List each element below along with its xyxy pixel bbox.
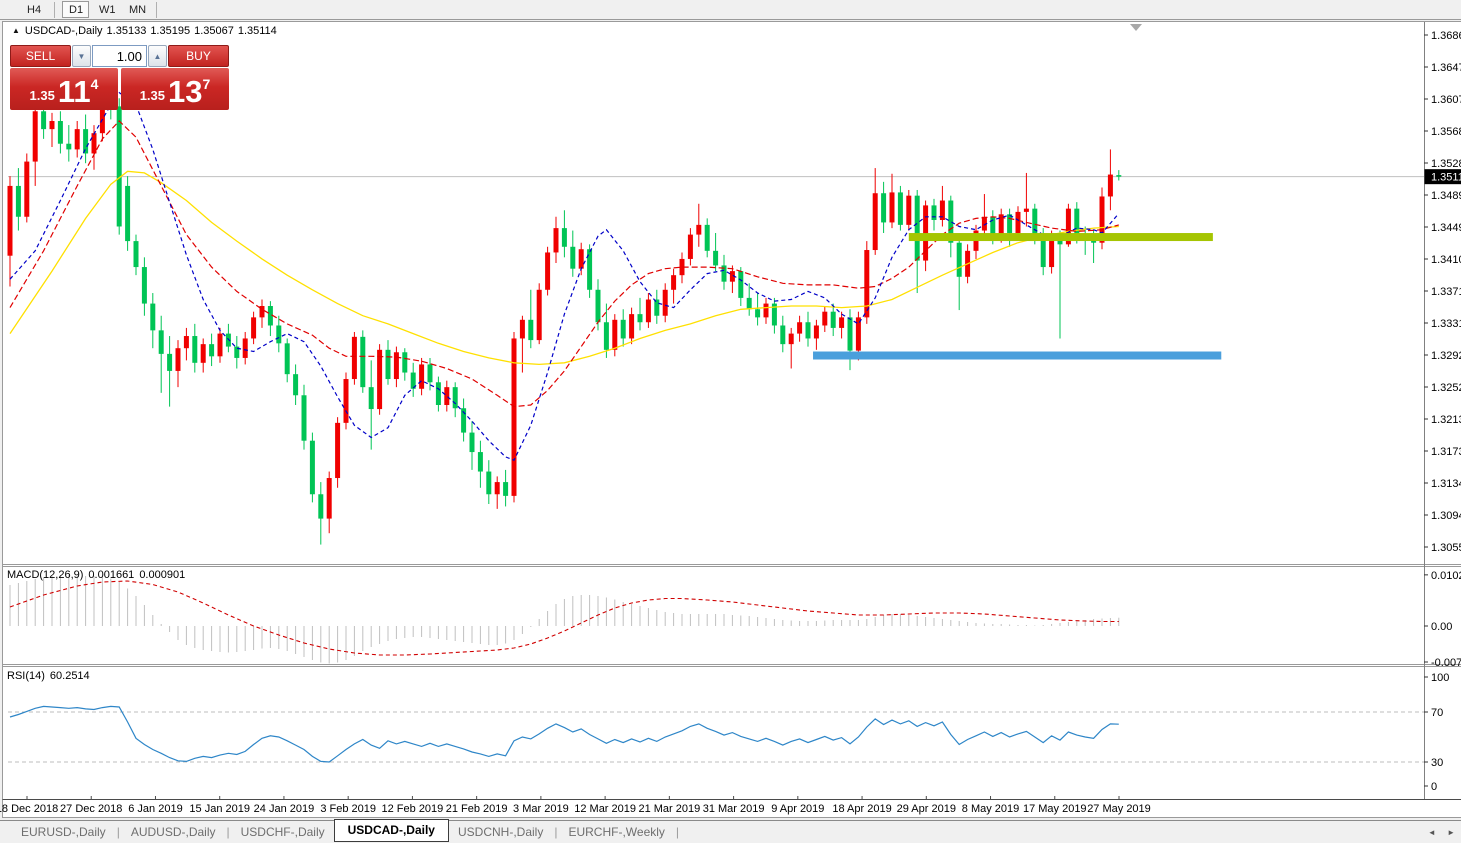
svg-text:15 Jan 2019: 15 Jan 2019 (189, 803, 250, 815)
svg-text:1.31340: 1.31340 (1431, 478, 1461, 490)
svg-text:27 May 2019: 27 May 2019 (1087, 803, 1151, 815)
ohlc-low: 1.35067 (194, 25, 234, 37)
svg-text:31 Mar 2019: 31 Mar 2019 (703, 803, 765, 815)
sell-button[interactable]: SELL (10, 45, 71, 67)
svg-text:9 Apr 2019: 9 Apr 2019 (771, 803, 824, 815)
svg-text:1.34890: 1.34890 (1431, 190, 1461, 202)
svg-text:17 May 2019: 17 May 2019 (1023, 803, 1087, 815)
support-trendline (813, 352, 1221, 360)
rsi-value: 60.2514 (50, 670, 90, 682)
ohlc-open: 1.35133 (107, 25, 147, 37)
svg-text:100: 100 (1431, 672, 1449, 684)
svg-text:0.010229: 0.010229 (1431, 570, 1461, 582)
svg-text:70: 70 (1431, 707, 1443, 719)
svg-text:1.33310: 1.33310 (1431, 318, 1461, 330)
svg-text:27 Dec 2018: 27 Dec 2018 (60, 803, 122, 815)
svg-text:1.30940: 1.30940 (1431, 510, 1461, 522)
ohlc-high: 1.35195 (150, 25, 190, 37)
svg-text:8 May 2019: 8 May 2019 (962, 803, 1019, 815)
svg-text:30: 30 (1431, 757, 1443, 769)
mt4-terminal: H4 D1 W1 MN 1.368601.364701.360701.35680… (0, 0, 1461, 843)
svg-text:1.35280: 1.35280 (1431, 158, 1461, 170)
volume-up-button[interactable]: ▲ (148, 45, 167, 67)
svg-text:1.34100: 1.34100 (1431, 254, 1461, 266)
svg-text:12 Feb 2019: 12 Feb 2019 (382, 803, 444, 815)
svg-text:1.33710: 1.33710 (1431, 286, 1461, 298)
svg-text:24 Jan 2019: 24 Jan 2019 (254, 803, 315, 815)
svg-text:21 Feb 2019: 21 Feb 2019 (446, 803, 508, 815)
svg-text:12 Mar 2019: 12 Mar 2019 (574, 803, 636, 815)
price-chart-canvas[interactable]: 1.36860 1.36470 1.36070 1.35680 1.35280 1.348… (0, 0, 1461, 843)
rsi-name: RSI(14) (7, 670, 45, 682)
buy-button[interactable]: BUY (168, 45, 229, 67)
macd-value: 0.001661 (88, 569, 134, 581)
svg-text:0: 0 (1431, 781, 1437, 793)
sell-price-box[interactable]: 1.35 11 4 (10, 68, 118, 110)
svg-text:1.30550: 1.30550 (1431, 542, 1461, 554)
buy-price-big: 13 (168, 76, 202, 107)
svg-text:29 Apr 2019: 29 Apr 2019 (897, 803, 956, 815)
svg-text:0.00: 0.00 (1431, 621, 1452, 633)
collapse-triangle-icon[interactable]: ▲ (12, 26, 20, 35)
buy-price-small: 1.35 (140, 88, 165, 103)
resistance-trendline (909, 233, 1213, 241)
svg-text:18 Apr 2019: 18 Apr 2019 (832, 803, 891, 815)
chart-symbol-label: USDCAD-,Daily (25, 25, 103, 37)
svg-text:1.36470: 1.36470 (1431, 62, 1461, 74)
chart-title: ▲ USDCAD-,Daily 1.351331.35195 1.35067 1.351… (12, 25, 281, 37)
svg-text:1.32130: 1.32130 (1431, 414, 1461, 426)
svg-text:-0.00747: -0.00747 (1431, 657, 1461, 669)
svg-text:21 Mar 2019: 21 Mar 2019 (638, 803, 700, 815)
svg-text:18 Dec 2018: 18 Dec 2018 (0, 803, 58, 815)
svg-text:6 Jan 2019: 6 Jan 2019 (128, 803, 182, 815)
rsi-indicator-label: RSI(14) 60.2514 (7, 670, 95, 682)
svg-text:1.35114: 1.35114 (1431, 172, 1461, 184)
sell-price-small: 1.35 (30, 88, 55, 103)
svg-text:1.31730: 1.31730 (1431, 446, 1461, 458)
macd-name: MACD(12,26,9) (7, 569, 83, 581)
svg-text:1.34490: 1.34490 (1431, 222, 1461, 234)
buy-price-box[interactable]: 1.35 13 7 (121, 68, 229, 110)
current-price-badge: 1.35114 (1425, 169, 1461, 184)
volume-input[interactable] (92, 45, 147, 67)
one-click-trading-panel: SELL ▼ ▲ BUY 1.35 11 4 1.35 13 7 (10, 45, 229, 110)
svg-text:1.35680: 1.35680 (1431, 126, 1461, 138)
macd-indicator-label: MACD(12,26,9) 0.001661 0.000901 (7, 569, 190, 581)
sell-price-big: 11 (58, 76, 91, 107)
buy-price-pip: 7 (203, 76, 211, 92)
ohlc-close: 1.35114 (238, 25, 277, 37)
chart-window-background (2, 21, 1461, 818)
svg-text:3 Mar 2019: 3 Mar 2019 (513, 803, 569, 815)
macd-signal-value: 0.000901 (139, 569, 185, 581)
svg-text:1.36860: 1.36860 (1431, 30, 1461, 42)
svg-text:1.36070: 1.36070 (1431, 94, 1461, 106)
svg-text:1.32920: 1.32920 (1431, 350, 1461, 362)
svg-text:1.32520: 1.32520 (1431, 382, 1461, 394)
svg-text:3 Feb 2019: 3 Feb 2019 (320, 803, 376, 815)
sell-price-pip: 4 (91, 76, 99, 92)
volume-down-button[interactable]: ▼ (72, 45, 91, 67)
